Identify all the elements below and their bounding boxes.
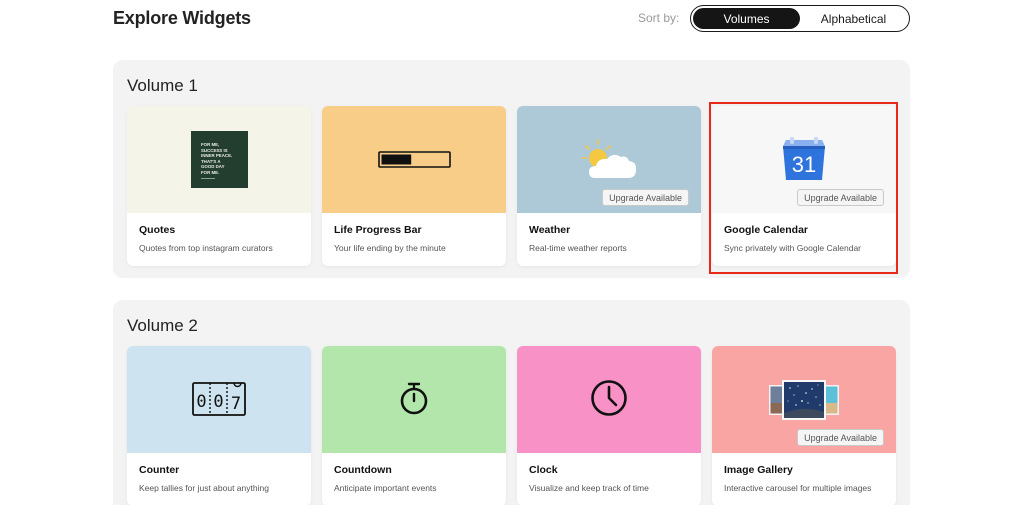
card-title: Clock — [529, 464, 558, 476]
upgrade-badge: Upgrade Available — [797, 429, 884, 446]
widget-card-google-calendar[interactable]: 31 Upgrade Available Google Calendar Syn… — [712, 106, 896, 266]
widget-card-quotes[interactable]: FOR ME, SUCCESS IS INNER PEACE. THAT'S A… — [127, 106, 311, 266]
stopwatch-icon — [400, 382, 428, 415]
widget-card-counter[interactable]: 0 0 7 Counter Keep tallies for just abou… — [127, 346, 311, 505]
widget-card-clock[interactable]: Clock Visualize and keep track of time — [517, 346, 701, 505]
sort-label: Sort by: — [638, 11, 680, 25]
svg-text:7: 7 — [231, 394, 241, 414]
svg-text:31: 31 — [792, 152, 816, 177]
card-thumbnail: FOR ME, SUCCESS IS INNER PEACE. THAT'S A… — [127, 106, 311, 213]
google-calendar-icon: 31 — [783, 137, 825, 180]
card-description: Your life ending by the minute — [334, 243, 446, 253]
card-thumbnail: 31 Upgrade Available — [712, 106, 896, 213]
svg-text:0: 0 — [196, 392, 206, 412]
card-thumbnail: Upgrade Available — [712, 346, 896, 453]
quote-poster-icon: FOR ME, SUCCESS IS INNER PEACE. THAT'S A… — [191, 131, 248, 188]
sort-toggle: Volumes Alphabetical — [690, 5, 910, 32]
widget-card-countdown[interactable]: Countdown Anticipate important events — [322, 346, 506, 505]
card-title: Image Gallery — [724, 464, 793, 476]
image-gallery-icon — [769, 380, 839, 420]
progress-bar-icon — [378, 151, 451, 168]
card-description: Interactive carousel for multiple images — [724, 483, 872, 493]
sort-option-volumes[interactable]: Volumes — [693, 8, 800, 29]
sort-option-alphabetical[interactable]: Alphabetical — [800, 8, 907, 29]
volume-title: Volume 1 — [127, 76, 198, 95]
clock-icon — [591, 380, 627, 416]
card-description: Quotes from top instagram curators — [139, 243, 273, 253]
counter-icon: 0 0 7 — [192, 382, 246, 416]
card-description: Keep tallies for just about anything — [139, 483, 269, 493]
card-title: Countdown — [334, 464, 392, 476]
page-title: Explore Widgets — [113, 8, 251, 28]
card-thumbnail: 0 0 7 — [127, 346, 311, 453]
card-thumbnail: Upgrade Available — [517, 106, 701, 213]
widget-card-life-progress-bar[interactable]: Life Progress Bar Your life ending by th… — [322, 106, 506, 266]
upgrade-badge: Upgrade Available — [602, 189, 689, 206]
upgrade-badge: Upgrade Available — [797, 189, 884, 206]
card-description: Visualize and keep track of time — [529, 483, 649, 493]
volume-2-section: Volume 2 0 0 7 Counter Keep tallies for … — [113, 300, 910, 505]
card-title: Quotes — [139, 224, 176, 236]
widget-card-image-gallery[interactable]: Upgrade Available Image Gallery Interact… — [712, 346, 896, 505]
card-thumbnail — [517, 346, 701, 453]
card-thumbnail — [322, 346, 506, 453]
card-thumbnail — [322, 106, 506, 213]
card-description: Real-time weather reports — [529, 243, 627, 253]
card-description: Anticipate important events — [334, 483, 437, 493]
card-title: Counter — [139, 464, 180, 476]
widget-card-weather[interactable]: Upgrade Available Weather Real-time weat… — [517, 106, 701, 266]
card-title: Weather — [529, 224, 571, 236]
svg-text:0: 0 — [213, 392, 223, 412]
card-title: Google Calendar — [724, 224, 809, 236]
volume-1-section: Volume 1 FOR ME, SUCCESS IS INNER PEACE.… — [113, 60, 910, 278]
volume-title: Volume 2 — [127, 316, 198, 335]
card-title: Life Progress Bar — [334, 224, 422, 236]
sun-cloud-icon — [581, 139, 637, 178]
card-description: Sync privately with Google Calendar — [724, 243, 862, 253]
